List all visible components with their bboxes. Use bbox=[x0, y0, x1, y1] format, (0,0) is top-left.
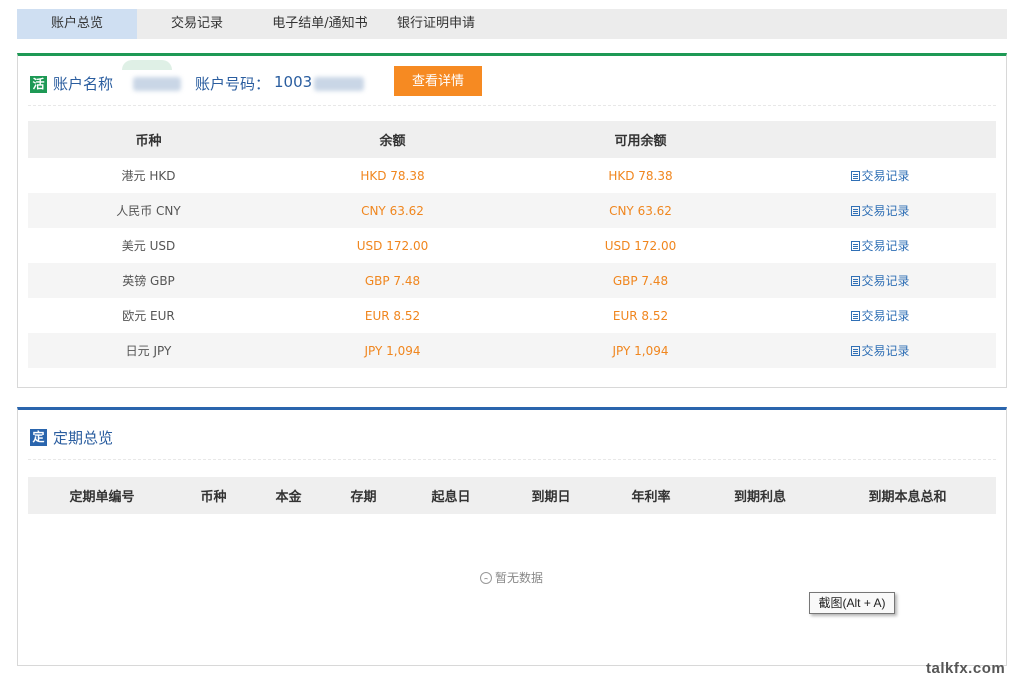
document-icon bbox=[851, 345, 861, 356]
col-annual-rate: 年利率 bbox=[601, 477, 701, 514]
fixed-deposit-panel: 定 定期总览 定期单编号 币种 本金 存期 起息日 到期日 年利率 到期利息 到… bbox=[17, 407, 1007, 666]
col-principal: 本金 bbox=[251, 477, 326, 514]
account-number-label: 账户号码： bbox=[195, 75, 271, 93]
transaction-record-link[interactable]: 交易记录 bbox=[851, 307, 910, 324]
col-deposit-number: 定期单编号 bbox=[28, 477, 176, 514]
account-panel: 活 账户名称 账户号码： 1003 查看详情 币种 余额 可用余额 港元 HKD… bbox=[17, 53, 1007, 388]
col-actions bbox=[765, 121, 996, 158]
transaction-record-link[interactable]: 交易记录 bbox=[851, 272, 910, 289]
tab-account-overview[interactable]: 账户总览 bbox=[17, 9, 137, 39]
available-cell: GBP 7.48 bbox=[516, 263, 765, 298]
account-header: 活 账户名称 账户号码： 1003 查看详情 bbox=[28, 56, 996, 106]
tab-transaction-records[interactable]: 交易记录 bbox=[137, 9, 257, 39]
balance-cell: JPY 1,094 bbox=[269, 333, 516, 368]
document-icon bbox=[851, 170, 861, 181]
document-icon bbox=[851, 240, 861, 251]
col-balance: 余额 bbox=[269, 121, 516, 158]
balance-cell: EUR 8.52 bbox=[364, 308, 421, 323]
view-details-button[interactable]: 查看详情 bbox=[394, 66, 482, 96]
screenshot-tooltip: 截图(Alt + A) bbox=[809, 592, 895, 614]
col-currency: 币种 bbox=[28, 121, 269, 158]
table-row: 英镑 GBP GBP 7.48 GBP 7.48 交易记录 bbox=[28, 263, 996, 298]
balance-table: 币种 余额 可用余额 港元 HKD HKD 78.38 HKD 78.38 交易… bbox=[28, 121, 996, 368]
col-maturity-interest: 到期利息 bbox=[701, 477, 819, 514]
col-term: 存期 bbox=[326, 477, 401, 514]
actions-cell: 交易记录 bbox=[765, 298, 996, 333]
available-cell: CNY 63.62 bbox=[516, 193, 765, 228]
account-name-masked bbox=[133, 77, 181, 91]
currency-cell: 港元 HKD bbox=[121, 169, 176, 183]
link-label: 交易记录 bbox=[861, 239, 910, 253]
account-number-masked bbox=[314, 77, 364, 91]
table-row: 日元 JPY JPY 1,094 JPY 1,094 交易记录 bbox=[28, 333, 996, 368]
table-row: 港元 HKD HKD 78.38 HKD 78.38 交易记录 bbox=[28, 158, 996, 193]
transaction-record-link[interactable]: 交易记录 bbox=[851, 167, 910, 184]
link-label: 交易记录 bbox=[861, 204, 910, 218]
available-cell: USD 172.00 bbox=[604, 238, 677, 253]
balance-cell: USD 172.00 bbox=[356, 238, 429, 253]
balance-cell: HKD 78.38 bbox=[360, 168, 425, 183]
col-currency: 币种 bbox=[176, 477, 251, 514]
top-tabs: 账户总览 交易记录 电子结单/通知书 银行证明申请 bbox=[17, 9, 1007, 39]
link-label: 交易记录 bbox=[861, 274, 910, 288]
currency-cell: 人民币 CNY bbox=[28, 193, 269, 228]
tab-statements[interactable]: 电子结单/通知书 bbox=[257, 9, 383, 39]
watermark: talkfx.com bbox=[926, 660, 1006, 677]
currency-cell: 欧元 EUR bbox=[122, 309, 175, 323]
col-maturity-total: 到期本息总和 bbox=[819, 477, 996, 514]
deposit-title: 定期总览 bbox=[53, 429, 114, 447]
actions-cell: 交易记录 bbox=[765, 158, 996, 193]
actions-cell: 交易记录 bbox=[765, 263, 996, 298]
col-maturity-date: 到期日 bbox=[501, 477, 601, 514]
link-label: 交易记录 bbox=[861, 309, 910, 323]
actions-cell: 交易记录 bbox=[765, 228, 996, 263]
balance-cell: CNY 63.62 bbox=[269, 193, 516, 228]
link-label: 交易记录 bbox=[861, 169, 910, 183]
transaction-record-link[interactable]: 交易记录 bbox=[851, 237, 910, 254]
deposit-header: 定 定期总览 bbox=[28, 410, 996, 460]
table-row: 人民币 CNY CNY 63.62 CNY 63.62 交易记录 bbox=[28, 193, 996, 228]
currency-cell: 日元 JPY bbox=[28, 333, 269, 368]
actions-cell: 交易记录 bbox=[765, 193, 996, 228]
document-icon bbox=[851, 205, 861, 216]
balance-cell: GBP 7.48 bbox=[269, 263, 516, 298]
table-row: 欧元 EUR EUR 8.52 EUR 8.52 交易记录 bbox=[28, 298, 996, 333]
available-cell: JPY 1,094 bbox=[516, 333, 765, 368]
fixed-deposit-badge-icon: 定 bbox=[30, 429, 47, 446]
transaction-record-link[interactable]: 交易记录 bbox=[851, 342, 910, 359]
transaction-record-link[interactable]: 交易记录 bbox=[851, 202, 910, 219]
sad-face-icon bbox=[480, 571, 492, 584]
actions-cell: 交易记录 bbox=[765, 333, 996, 368]
table-row: 美元 USD USD 172.00 USD 172.00 交易记录 bbox=[28, 228, 996, 263]
document-icon bbox=[851, 310, 861, 321]
currency-cell: 英镑 GBP bbox=[28, 263, 269, 298]
fixed-deposit-table: 定期单编号 币种 本金 存期 起息日 到期日 年利率 到期利息 到期本息总和 bbox=[28, 477, 996, 514]
empty-text: 暂无数据 bbox=[495, 571, 544, 585]
col-value-date: 起息日 bbox=[401, 477, 501, 514]
current-account-badge-icon: 活 bbox=[30, 76, 47, 93]
col-available: 可用余额 bbox=[516, 121, 765, 158]
account-name-label: 账户名称 bbox=[53, 75, 114, 93]
account-number-value: 1003 bbox=[274, 73, 313, 91]
empty-state: 暂无数据 bbox=[480, 569, 543, 586]
document-icon bbox=[851, 275, 861, 286]
currency-cell: 美元 USD bbox=[121, 239, 176, 253]
link-label: 交易记录 bbox=[861, 344, 910, 358]
available-cell: EUR 8.52 bbox=[612, 308, 669, 323]
tab-bank-certificate[interactable]: 银行证明申请 bbox=[383, 9, 489, 39]
available-cell: HKD 78.38 bbox=[608, 168, 673, 183]
